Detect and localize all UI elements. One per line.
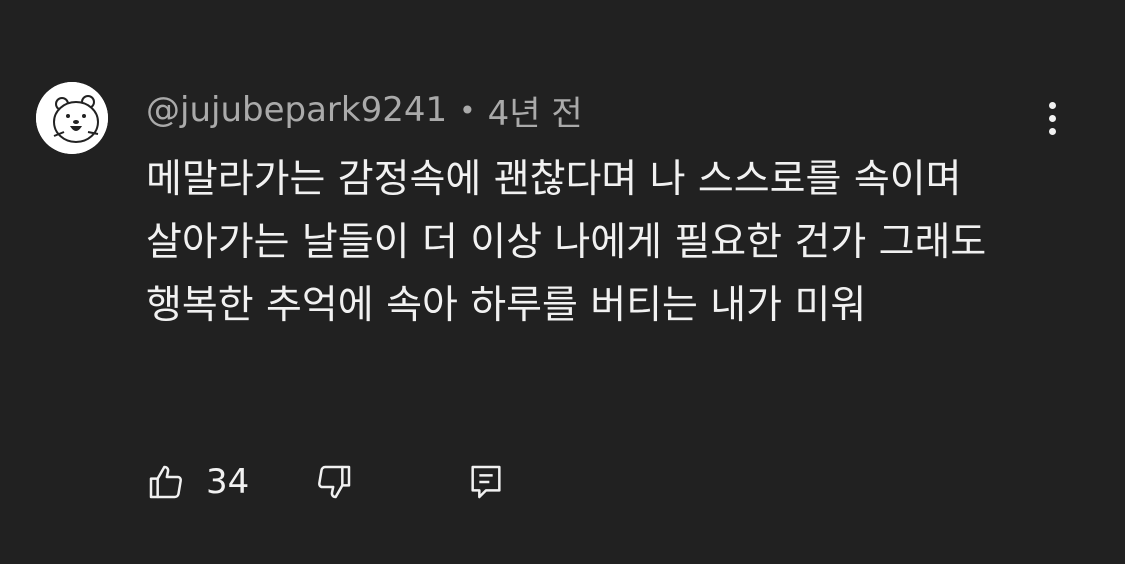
like-button[interactable] [146,456,186,508]
avatar[interactable] [36,82,108,154]
comment-actions: 34 [146,456,546,508]
more-vertical-icon-dot [1048,127,1056,135]
thumbs-up-icon [149,465,182,499]
reply-comment-icon [471,465,501,499]
bear-avatar-icon [36,82,108,154]
separator-dot: • [459,93,476,127]
more-options-button[interactable] [1034,96,1070,140]
more-vertical-icon-dot [1048,114,1056,122]
dislike-button[interactable] [314,456,354,508]
thumbs-down-icon [318,465,351,499]
comment-text: 메말라가는 감정속에 괜찮다며 나 스스로를 속이며 살아가는 날들이 더 이상… [146,157,999,328]
more-vertical-icon-dot [1048,101,1056,109]
comment-header: @jujubepark9241 • 4년 전 [146,86,583,134]
reply-button[interactable] [466,456,506,508]
like-count: 34 [206,462,250,502]
comment-timestamp[interactable]: 4년 전 [488,86,583,135]
author-name[interactable]: @jujubepark9241 [146,90,447,130]
comment-thread: @jujubepark9241 • 4년 전 메말라가는 감정속에 괜찮다며 나… [0,0,1125,564]
